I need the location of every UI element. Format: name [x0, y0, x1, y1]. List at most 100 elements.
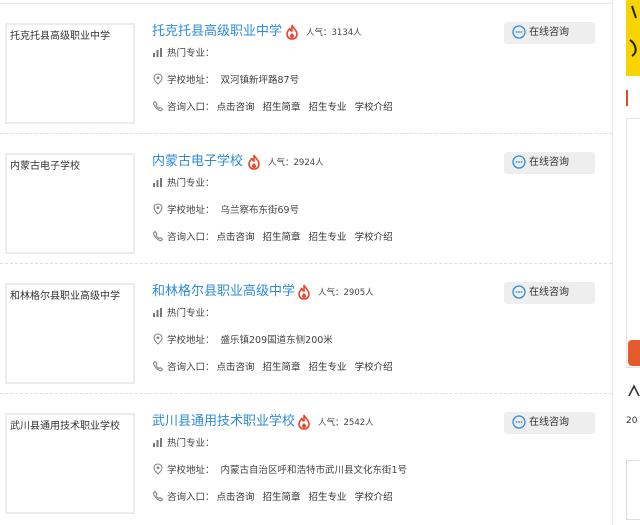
admission-guide-link[interactable]: 招生简章 [263, 232, 301, 243]
school-intro-link[interactable]: 学校介绍 [355, 492, 393, 503]
school-thumbnail[interactable]: 内蒙古电子学校 [5, 153, 135, 254]
location-pin-icon [153, 333, 163, 345]
click-consult-link[interactable]: 点击咨询 [217, 232, 255, 243]
school-intro-link[interactable]: 学校介绍 [355, 102, 393, 113]
address-value: 内蒙古自治区呼和浩特市武川县文化东街1号 [220, 465, 408, 476]
consult-button-label: 在线咨询 [529, 157, 569, 168]
thumbnail-alt-text: 托克托县高级职业中学 [10, 31, 110, 42]
school-name-link[interactable]: 内蒙古电子学校 [152, 153, 243, 171]
hot-major-label: 热门专业： [167, 178, 215, 189]
address-row: 学校地址： 盛乐镇209国道东侧200米 [152, 333, 333, 347]
bar-chart-icon [153, 178, 162, 187]
location-pin-icon [153, 463, 163, 475]
chat-bubble-icon [512, 285, 526, 299]
hot-major-row: 热门专业： [152, 46, 215, 60]
school-name-link[interactable]: 武川县通用技术职业学校 [152, 413, 295, 431]
banner-graphic [629, 5, 637, 57]
address-label: 学校地址： [167, 335, 215, 346]
school-thumbnail[interactable]: 托克托县高级职业中学 [5, 23, 135, 124]
consult-entry-row: 咨询入口： 点击咨询 招生简章 招生专业 学校介绍 [152, 230, 393, 244]
hot-major-row: 热门专业： [152, 306, 215, 320]
admission-guide-link[interactable]: 招生简章 [263, 492, 301, 503]
right-sidebar: 20 [624, 0, 640, 525]
address-value: 盛乐镇209国道东侧200米 [220, 335, 333, 346]
admission-majors-link[interactable]: 招生专业 [309, 492, 347, 503]
consult-entry-label: 咨询入口： [167, 102, 215, 113]
thumbnail-alt-text: 武川县通用技术职业学校 [10, 421, 120, 432]
phone-icon [152, 490, 164, 502]
school-intro-link[interactable]: 学校介绍 [355, 232, 393, 243]
admission-majors-link[interactable]: 招生专业 [309, 232, 347, 243]
school-thumbnail[interactable]: 和林格尔县职业高级中学 [5, 283, 135, 384]
consult-entry-row: 咨询入口： 点击咨询 招生简章 招生专业 学校介绍 [152, 360, 393, 374]
phone-icon [152, 230, 164, 242]
sidebar-panel [626, 118, 640, 368]
popularity-count: 人气：2542人 [318, 418, 374, 428]
address-label: 学校地址： [167, 205, 215, 216]
address-row: 学校地址： 内蒙古自治区呼和浩特市武川县文化东街1号 [152, 463, 407, 477]
chat-bubble-icon [512, 155, 526, 169]
fire-icon [298, 414, 310, 430]
consult-entry-label: 咨询入口： [167, 232, 215, 243]
consult-button-label: 在线咨询 [529, 287, 569, 298]
hot-major-row: 热门专业： [152, 436, 215, 450]
sidebar-panel-bottom [626, 460, 640, 520]
school-intro-link[interactable]: 学校介绍 [355, 362, 393, 373]
popularity-count: 人气：2905人 [318, 288, 374, 298]
address-label: 学校地址： [167, 465, 215, 476]
chat-bubble-icon [512, 25, 526, 39]
bar-chart-icon [153, 48, 162, 57]
address-value: 双河镇新坪路87号 [220, 75, 300, 86]
click-consult-link[interactable]: 点击咨询 [217, 362, 255, 373]
fire-icon [286, 24, 298, 40]
click-consult-link[interactable]: 点击咨询 [217, 102, 255, 113]
admission-majors-link[interactable]: 招生专业 [309, 362, 347, 373]
sidebar-banner[interactable] [626, 0, 640, 76]
consult-button-label: 在线咨询 [529, 417, 569, 428]
consult-button-label: 在线咨询 [529, 27, 569, 38]
popularity-count: 人气：2924人 [268, 158, 324, 168]
school-item: 武川县通用技术职业学校 武川县通用技术职业学校 人气：2542人 在线咨询 热门… [0, 394, 612, 524]
location-pin-icon [153, 73, 163, 85]
consult-entry-label: 咨询入口： [167, 362, 215, 373]
online-consult-button[interactable]: 在线咨询 [504, 412, 595, 434]
online-consult-button[interactable]: 在线咨询 [504, 22, 595, 44]
school-item: 内蒙古电子学校 内蒙古电子学校 人气：2924人 在线咨询 热门专业： 学校地址… [0, 134, 612, 264]
thumbnail-alt-text: 内蒙古电子学校 [10, 161, 80, 172]
thumbnail-alt-text: 和林格尔县职业高级中学 [10, 291, 120, 302]
bar-chart-icon [153, 438, 162, 447]
consult-entry-row: 咨询入口： 点击咨询 招生简章 招生专业 学校介绍 [152, 490, 393, 504]
admission-majors-link[interactable]: 招生专业 [309, 102, 347, 113]
hot-major-label: 热门专业： [167, 308, 215, 319]
hot-major-row: 热门专业： [152, 176, 215, 190]
phone-icon [152, 100, 164, 112]
online-consult-button[interactable]: 在线咨询 [504, 152, 595, 174]
sidebar-partial-text: 20 [626, 416, 638, 426]
popularity-count: 人气：3134人 [306, 28, 362, 38]
phone-icon [152, 360, 164, 372]
location-pin-icon [153, 203, 163, 215]
school-item: 托克托县高级职业中学 托克托县高级职业中学 人气：3134人 在线咨询 热门专业… [0, 4, 612, 134]
bar-chart-icon [153, 308, 162, 317]
consult-entry-row: 咨询入口： 点击咨询 招生简章 招生专业 学校介绍 [152, 100, 393, 114]
sidebar-logo-icon [628, 384, 640, 397]
school-list: 托克托县高级职业中学 托克托县高级职业中学 人气：3134人 在线咨询 热门专业… [0, 0, 613, 525]
admission-guide-link[interactable]: 招生简章 [263, 102, 301, 113]
address-row: 学校地址： 乌兰察布东街69号 [152, 203, 299, 217]
sidebar-red-button[interactable] [628, 340, 640, 366]
consult-entry-label: 咨询入口： [167, 492, 215, 503]
hot-major-label: 热门专业： [167, 438, 215, 449]
school-name-link[interactable]: 和林格尔县职业高级中学 [152, 283, 295, 301]
admission-guide-link[interactable]: 招生简章 [263, 362, 301, 373]
fire-icon [248, 154, 260, 170]
click-consult-link[interactable]: 点击咨询 [217, 492, 255, 503]
school-thumbnail[interactable]: 武川县通用技术职业学校 [5, 413, 135, 514]
chat-bubble-icon [512, 415, 526, 429]
hot-major-label: 热门专业： [167, 48, 215, 59]
address-label: 学校地址： [167, 75, 215, 86]
online-consult-button[interactable]: 在线咨询 [504, 282, 595, 304]
school-name-link[interactable]: 托克托县高级职业中学 [152, 23, 282, 41]
address-value: 乌兰察布东街69号 [220, 205, 300, 216]
address-row: 学校地址： 双河镇新坪路87号 [152, 73, 299, 87]
school-item: 和林格尔县职业高级中学 和林格尔县职业高级中学 人气：2905人 在线咨询 热门… [0, 264, 612, 394]
